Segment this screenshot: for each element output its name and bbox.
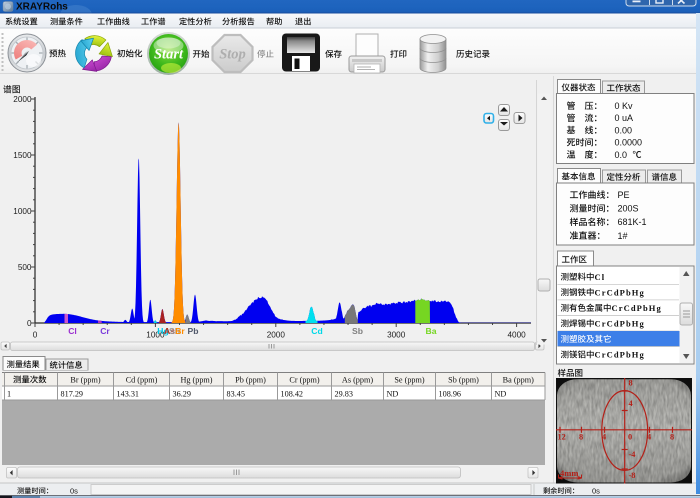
svg-text:1: 1 — [7, 389, 11, 398]
svg-text:817.29: 817.29 — [61, 389, 84, 398]
svg-text:CrCdPbHg: CrCdPbHg — [595, 287, 645, 297]
svg-text:PE: PE — [618, 190, 630, 200]
svg-text:Cl: Cl — [68, 326, 77, 336]
svg-text:1#: 1# — [618, 231, 628, 241]
svg-text:Ba (ppm): Ba (ppm) — [503, 375, 534, 384]
svg-text:2000: 2000 — [267, 331, 286, 340]
svg-text:CrCdPbHg: CrCdPbHg — [612, 303, 662, 313]
svg-text:0.00: 0.00 — [615, 125, 633, 135]
svg-text:ND: ND — [495, 389, 507, 398]
svg-text:CrCdPbHg: CrCdPbHg — [595, 318, 645, 328]
svg-text:Pb: Pb — [188, 326, 199, 336]
svg-text:200S: 200S — [618, 204, 639, 214]
svg-text:CrCdPbHg: CrCdPbHg — [595, 350, 645, 360]
svg-text:Sb: Sb — [352, 326, 363, 336]
svg-text:Cl: Cl — [595, 272, 606, 282]
svg-text:0 uA: 0 uA — [615, 113, 634, 123]
svg-text:143.31: 143.31 — [117, 389, 140, 398]
svg-text:681K-1: 681K-1 — [618, 217, 647, 227]
svg-text:29.83: 29.83 — [335, 389, 353, 398]
svg-text:8: 8 — [670, 433, 674, 442]
svg-text:Cr: Cr — [100, 326, 110, 336]
svg-text:Br (ppm): Br (ppm) — [70, 375, 101, 384]
svg-text:As (ppm): As (ppm) — [342, 375, 373, 384]
svg-text:Cd: Cd — [311, 326, 322, 336]
svg-text:0.0: 0.0 — [615, 150, 628, 160]
svg-text:0 Kv: 0 Kv — [615, 101, 634, 111]
svg-text:4: 4 — [602, 433, 606, 442]
svg-text:0.0000: 0.0000 — [615, 138, 643, 148]
svg-text:1000: 1000 — [13, 207, 32, 216]
svg-text:Pb (ppm): Pb (ppm) — [235, 375, 266, 384]
svg-text:0: 0 — [628, 433, 632, 442]
svg-text:108.42: 108.42 — [281, 389, 304, 398]
svg-text:Se (ppm): Se (ppm) — [394, 375, 425, 384]
svg-text:108.96: 108.96 — [439, 389, 462, 398]
svg-text:-8: -8 — [629, 471, 636, 480]
svg-text:0: 0 — [33, 331, 38, 340]
svg-text:Start: Start — [154, 47, 184, 63]
svg-text:0s: 0s — [70, 486, 78, 495]
svg-text:4mm: 4mm — [560, 468, 578, 478]
svg-text:2000: 2000 — [13, 95, 32, 104]
svg-text:Hg (ppm): Hg (ppm) — [180, 375, 212, 384]
svg-text:4000: 4000 — [507, 331, 526, 340]
svg-text:ND: ND — [387, 389, 399, 398]
svg-text:0: 0 — [27, 319, 32, 328]
svg-text:12: 12 — [558, 433, 566, 442]
svg-text:Stop: Stop — [219, 47, 246, 63]
svg-text:Ba: Ba — [426, 326, 437, 336]
svg-text:XRAYRohs: XRAYRohs — [16, 2, 68, 13]
svg-text:0s: 0s — [592, 486, 600, 495]
svg-text:Br: Br — [175, 326, 185, 336]
svg-text:500: 500 — [18, 263, 32, 272]
svg-text:4: 4 — [647, 433, 651, 442]
svg-text:Cr (ppm): Cr (ppm) — [289, 375, 320, 384]
svg-text:8: 8 — [629, 379, 633, 388]
svg-text:8: 8 — [579, 433, 583, 442]
svg-text:36.29: 36.29 — [173, 389, 191, 398]
svg-text:-4: -4 — [629, 450, 636, 459]
svg-text:83.45: 83.45 — [227, 389, 245, 398]
svg-text:1500: 1500 — [13, 151, 32, 160]
svg-text:4: 4 — [629, 399, 633, 408]
svg-text:3000: 3000 — [387, 331, 406, 340]
svg-text:Sb (ppm): Sb (ppm) — [448, 375, 479, 384]
svg-text:Cd (ppm): Cd (ppm) — [126, 375, 158, 384]
